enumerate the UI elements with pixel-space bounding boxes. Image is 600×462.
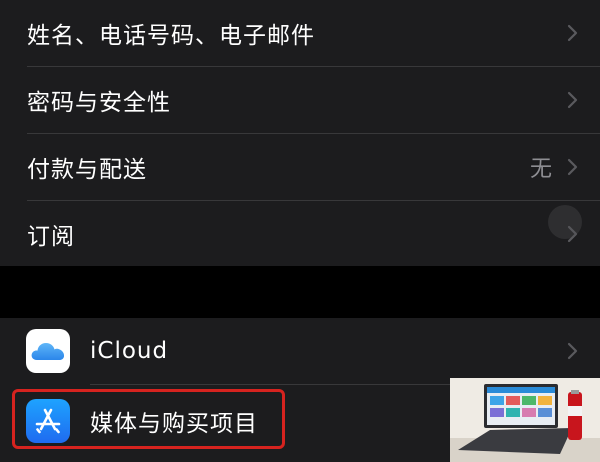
icloud-icon — [26, 329, 70, 373]
chevron-right-icon — [567, 24, 578, 42]
account-settings-group: 姓名、电话号码、电子邮件 密码与安全性 付款与配送 无 订阅 — [0, 0, 600, 266]
chevron-right-icon — [567, 158, 578, 176]
row-name-phone-email[interactable]: 姓名、电话号码、电子邮件 — [0, 0, 600, 66]
row-label: iCloud — [90, 338, 169, 364]
row-subscriptions[interactable]: 订阅 — [0, 201, 600, 267]
chevron-right-icon — [567, 342, 578, 360]
row-label: 密码与安全性 — [27, 90, 171, 116]
row-value: 无 — [529, 157, 552, 182]
assistive-touch-button[interactable] — [548, 205, 582, 239]
laptop-photo-thumbnail — [450, 378, 600, 462]
row-password-security[interactable]: 密码与安全性 — [0, 67, 600, 133]
row-label: 姓名、电话号码、电子邮件 — [27, 23, 315, 49]
row-icloud[interactable]: iCloud — [0, 318, 600, 384]
row-payment-shipping[interactable]: 付款与配送 无 — [0, 134, 600, 200]
row-label: 订阅 — [27, 224, 75, 250]
highlight-annotation-box — [12, 389, 285, 449]
row-label: 付款与配送 — [27, 157, 147, 183]
chevron-right-icon — [567, 91, 578, 109]
